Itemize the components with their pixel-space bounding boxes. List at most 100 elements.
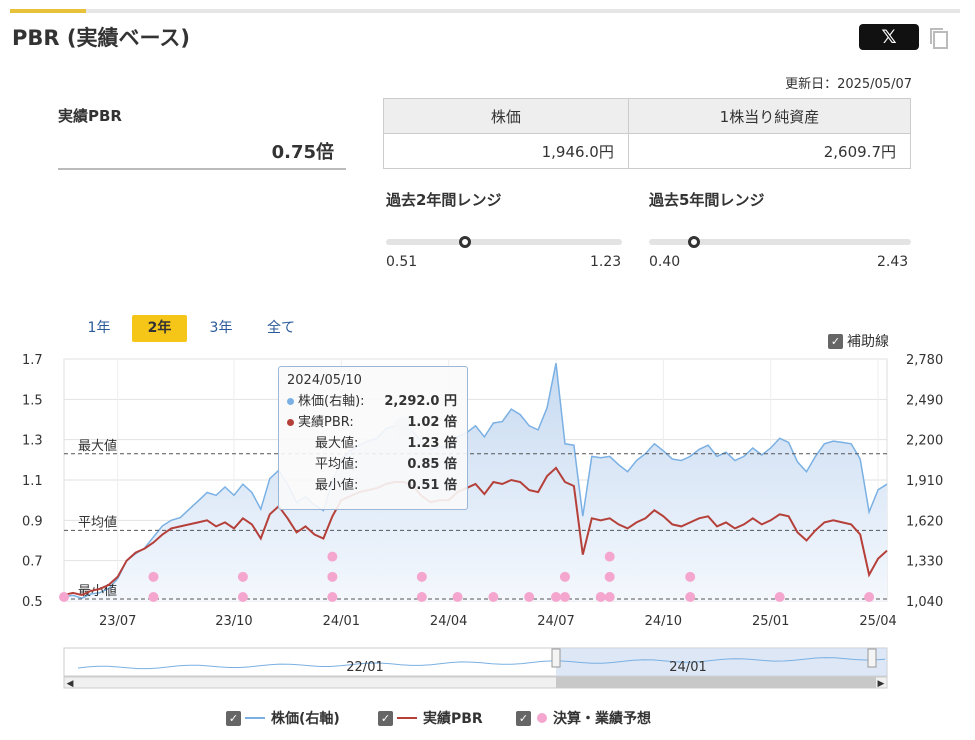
pbr-line-swatch bbox=[397, 717, 417, 719]
tooltip-value: 1.02 倍 bbox=[407, 415, 457, 430]
earnings-marker bbox=[59, 591, 69, 602]
tooltip-value: 1.23 倍 bbox=[407, 436, 457, 451]
earnings-marker bbox=[524, 591, 535, 602]
legend-pbr[interactable]: ✓ 実績PBR bbox=[378, 708, 483, 728]
range-2y-label: 過去2年間レンジ bbox=[386, 191, 502, 209]
range-2y-max: 1.23 bbox=[590, 254, 622, 270]
y-tick-left: 1.5 bbox=[22, 393, 43, 408]
tooltip-label: 最小値: bbox=[315, 478, 359, 493]
y-tick-right: 1,330 bbox=[906, 555, 943, 570]
scroll-right-arrow-icon: ▶ bbox=[878, 679, 885, 689]
range-2y-knob bbox=[458, 236, 471, 248]
x-share-button[interactable]: 𝕏 bbox=[859, 24, 919, 50]
pbr-dot-icon bbox=[287, 419, 294, 426]
navigator-label: 24/01 bbox=[669, 660, 706, 675]
x-tick-label: 23/07 bbox=[99, 614, 136, 629]
ref-line-label: 最大値 bbox=[78, 438, 117, 454]
copy-icon[interactable] bbox=[928, 26, 950, 50]
ref-line-label: 平均値 bbox=[78, 514, 117, 530]
tooltip-row-price: 株価(右軸): 2,292.0 円 bbox=[287, 391, 459, 412]
y-tick-right: 2,780 bbox=[906, 353, 943, 368]
tooltip-label: 最大値: bbox=[315, 436, 359, 451]
earnings-marker bbox=[488, 591, 499, 602]
tab-1y[interactable]: 1年 bbox=[80, 315, 118, 342]
checkbox-icon[interactable]: ✓ bbox=[378, 710, 393, 726]
checkbox-icon[interactable]: ✓ bbox=[226, 710, 241, 726]
legend-earnings[interactable]: ✓ 決算・業績予想 bbox=[516, 708, 651, 728]
legend-price-label: 株価(右軸) bbox=[271, 711, 340, 727]
pbr-value: 0.75倍 bbox=[271, 142, 334, 163]
tab-3y[interactable]: 3年 bbox=[201, 315, 241, 342]
top-bar-accent bbox=[10, 9, 86, 13]
earnings-marker bbox=[327, 591, 338, 602]
earnings-dot-swatch bbox=[537, 713, 547, 723]
stats-value-price: 1,946.0円 bbox=[383, 133, 629, 169]
tooltip-row-pbr: 実績PBR: 1.02 倍 bbox=[287, 412, 459, 433]
range-5y-knob bbox=[688, 236, 701, 248]
x-tick-label: 24/01 bbox=[323, 614, 360, 629]
earnings-marker bbox=[551, 591, 562, 602]
range-5y-label: 過去5年間レンジ bbox=[649, 191, 765, 209]
earnings-marker bbox=[685, 571, 696, 582]
x-tick-label: 25/01 bbox=[752, 614, 789, 629]
earnings-marker bbox=[774, 591, 785, 602]
range-5y-max: 2.43 bbox=[877, 254, 909, 270]
y-tick-right: 1,040 bbox=[906, 595, 943, 610]
earnings-marker bbox=[452, 591, 463, 602]
navigator-label: 22/01 bbox=[346, 660, 383, 675]
pbr-label: 実績PBR bbox=[58, 107, 122, 125]
x-tick-label: 23/10 bbox=[215, 614, 252, 629]
ref-line-label: 最小値 bbox=[78, 583, 117, 599]
earnings-marker bbox=[416, 571, 427, 582]
y-tick-right: 1,620 bbox=[906, 514, 943, 529]
price-dot-icon bbox=[287, 398, 294, 405]
stats-table: 株価 1株当り純資産 1,946.0円 2,609.7円 bbox=[383, 98, 912, 169]
stats-header-bps: 1株当り純資産 bbox=[627, 98, 912, 134]
tooltip-label: 株価(右軸): bbox=[298, 394, 365, 409]
tooltip-value: 0.85 倍 bbox=[407, 457, 457, 472]
tooltip-row-avg: 平均値: 0.85 倍 bbox=[287, 454, 459, 475]
x-tick-label: 24/10 bbox=[645, 614, 682, 629]
navigator-selection bbox=[556, 648, 887, 676]
checkbox-icon[interactable]: ✓ bbox=[516, 710, 531, 726]
earnings-marker bbox=[595, 591, 606, 602]
legend-price[interactable]: ✓ 株価(右軸) bbox=[226, 708, 340, 728]
y-tick-left: 1.1 bbox=[22, 474, 43, 489]
earnings-marker bbox=[559, 571, 570, 582]
earnings-marker bbox=[685, 591, 696, 602]
range-2y-min: 0.51 bbox=[386, 254, 418, 270]
price-line-swatch bbox=[245, 717, 265, 719]
y-tick-right: 1,910 bbox=[906, 474, 943, 489]
earnings-marker bbox=[237, 571, 248, 582]
tooltip-date: 2024/05/10 bbox=[287, 373, 362, 388]
y-tick-right: 2,490 bbox=[906, 393, 943, 408]
earnings-marker bbox=[327, 551, 338, 562]
range-5y-min: 0.40 bbox=[649, 254, 681, 270]
stats-value-bps: 2,609.7円 bbox=[627, 133, 912, 169]
legend-earnings-label: 決算・業績予想 bbox=[553, 711, 651, 727]
y-tick-left: 0.5 bbox=[22, 595, 43, 610]
y-tick-left: 1.3 bbox=[22, 434, 43, 449]
earnings-marker bbox=[604, 551, 615, 562]
x-tick-label: 24/04 bbox=[430, 614, 467, 629]
chart-tooltip: 2024/05/10 株価(右軸): 2,292.0 円 実績PBR: 1.02 倍… bbox=[278, 366, 468, 510]
navigator-handle bbox=[551, 648, 561, 668]
tab-all[interactable]: 全て bbox=[258, 315, 304, 342]
y-tick-left: 1.7 bbox=[22, 353, 43, 368]
tooltip-value: 2,292.0 円 bbox=[384, 394, 457, 409]
range-2y-track bbox=[386, 239, 622, 245]
earnings-marker bbox=[416, 591, 427, 602]
earnings-marker bbox=[864, 591, 875, 602]
updated-date: 更新日：2025/05/07 bbox=[785, 77, 912, 92]
x-tick-label: 25/04 bbox=[859, 614, 896, 629]
earnings-marker bbox=[604, 571, 615, 582]
x-tick-label: 24/07 bbox=[537, 614, 574, 629]
tab-2y[interactable]: 2年 bbox=[132, 315, 187, 342]
scroll-left-arrow-icon: ◀ bbox=[67, 679, 74, 689]
pbr-chart[interactable]: 0.5 1,040 0.7 1,330 0.9 1,620 1.1 1,910 1.3 2,200… bbox=[0, 340, 975, 700]
top-bar bbox=[10, 9, 960, 13]
y-tick-left: 0.9 bbox=[22, 514, 43, 529]
tooltip-row-max: 最大値: 1.23 倍 bbox=[287, 433, 459, 454]
tooltip-label: 実績PBR: bbox=[298, 415, 354, 430]
divider bbox=[58, 168, 346, 170]
